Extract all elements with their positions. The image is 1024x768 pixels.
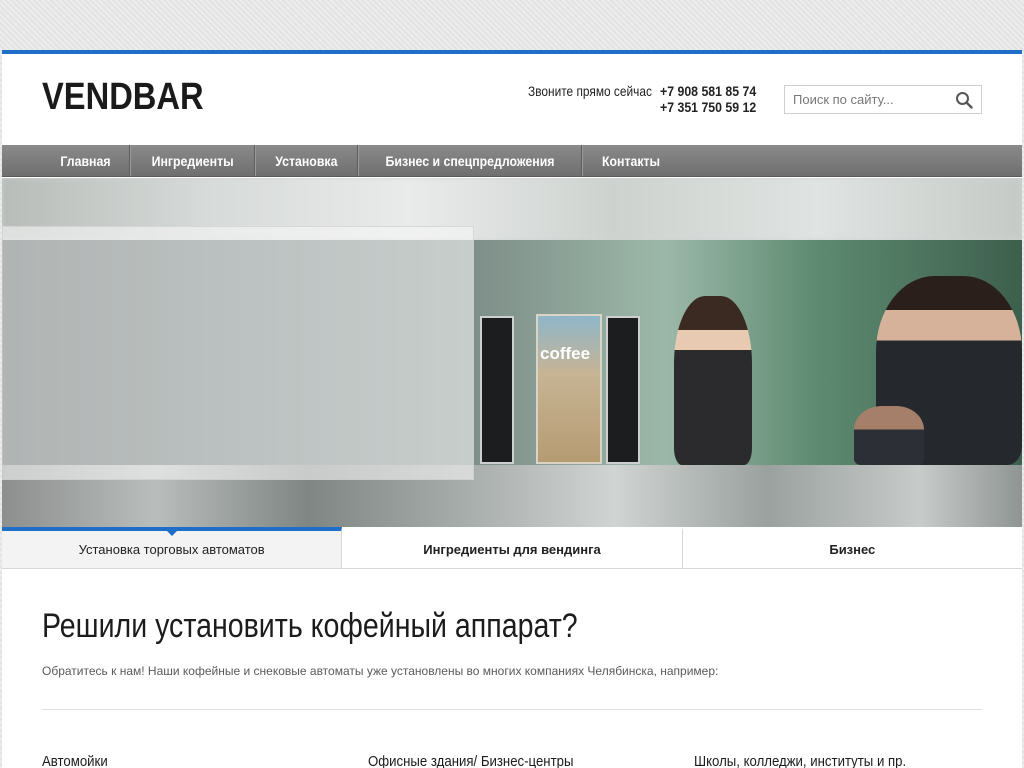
vending-machine [480,316,514,464]
woman-figure [674,296,752,465]
category-schools: Школы, колледжи, институты и пр. [694,753,907,768]
nav-item-installation[interactable]: Установка [255,145,358,176]
feature-tabs: Установка торговых автоматов Ингредиенты… [2,527,1022,569]
nav-item-home[interactable]: Главная [42,145,130,176]
hero-overlay-panel [2,226,474,480]
seated-man-figure [854,406,924,465]
category-offices: Офисные здания/ Бизнес-центры [368,753,574,768]
nav-item-contacts[interactable]: Контакты [581,145,679,176]
coffee-machine: coffee [536,314,602,464]
site-header: VENDBAR Звоните прямо сейчас +7 908 581 … [2,54,1022,145]
tab-installation[interactable]: Установка торговых автоматов [2,527,343,568]
main-content: Решили установить кофейный аппарат? Обра… [42,607,982,768]
search-box [784,85,982,114]
category-car-wash: Автомойки [42,753,108,768]
search-input[interactable] [785,86,945,113]
nav-item-business[interactable]: Бизнес и спецпредложения [357,145,582,176]
intro-text: Обратитесь к нам! Наши кофейные и снеков… [42,664,719,678]
active-tab-arrow-icon [165,530,178,536]
site-logo[interactable]: VENDBAR [42,76,204,119]
main-nav: Главная Ингредиенты Установка Бизнес и с… [2,145,1022,177]
contact-label: Звоните прямо сейчас [528,83,652,99]
phone-1[interactable]: +7 908 581 85 74 [660,83,756,99]
tab-business[interactable]: Бизнес [682,527,1022,568]
nav-item-ingredients[interactable]: Ингредиенты [129,145,256,176]
hero-banner: coffee [2,178,1022,527]
phone-2[interactable]: +7 351 750 59 12 [660,99,756,115]
page-title: Решили установить кофейный аппарат? [42,607,578,645]
phone-numbers: +7 908 581 85 74 +7 351 750 59 12 [660,83,769,115]
divider [42,709,982,710]
page-container: VENDBAR Звоните прямо сейчас +7 908 581 … [2,50,1022,768]
search-icon[interactable] [955,91,973,109]
tab-ingredients[interactable]: Ингредиенты для вендинга [342,527,683,568]
vending-machine [606,316,640,464]
